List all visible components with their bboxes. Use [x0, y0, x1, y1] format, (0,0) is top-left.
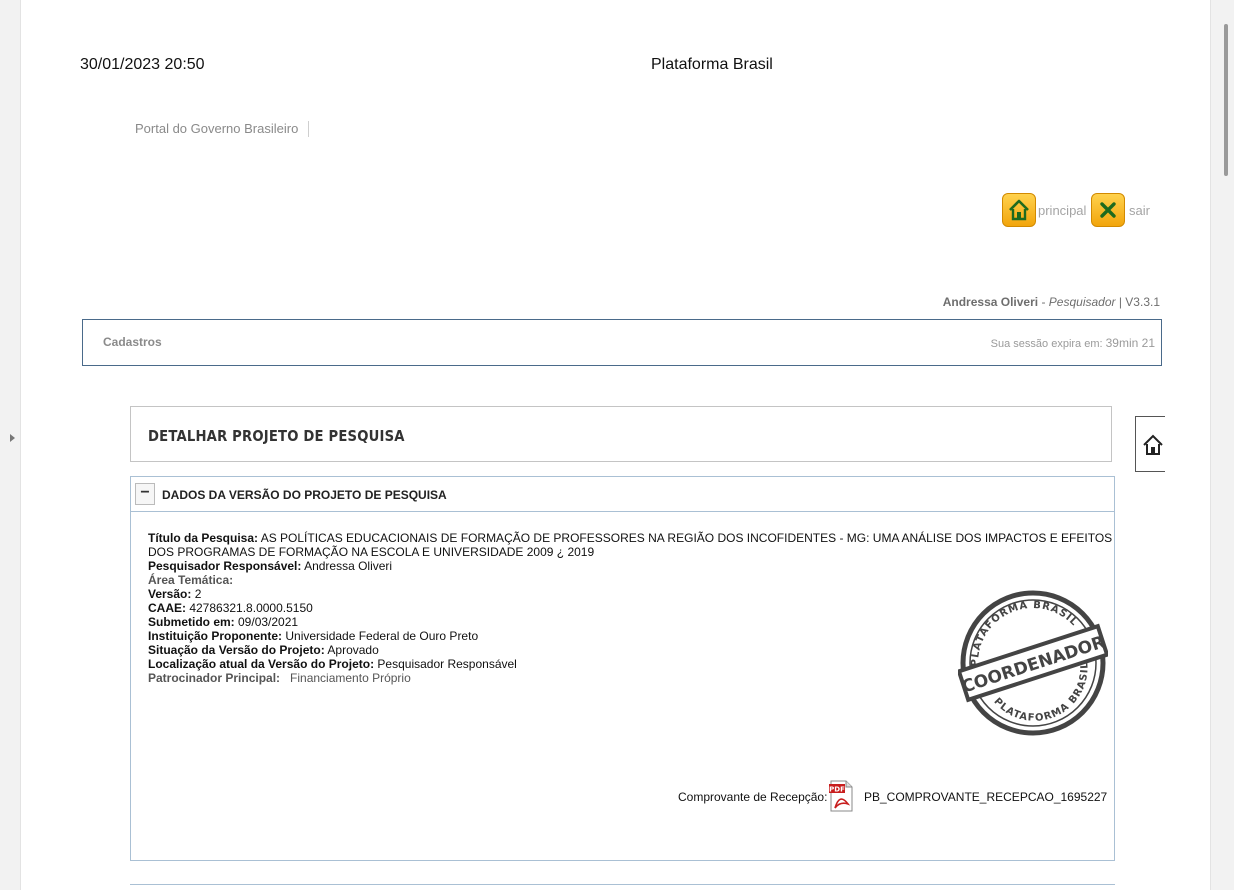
page-title: DETALHAR PROJETO DE PESQUISA — [148, 427, 405, 445]
portal-governo-link[interactable]: Portal do Governo Brasileiro — [135, 121, 310, 137]
versao-label: Versão: — [148, 587, 192, 601]
session-timer: 39min 21 — [1105, 336, 1155, 350]
user-info: Andressa Oliveri - Pesquisador | V3.3.1 — [943, 295, 1160, 309]
detail-titulo: Título da Pesquisa: AS POLÍTICAS EDUCACI… — [148, 531, 1113, 545]
collapse-toggle[interactable]: − — [135, 483, 155, 505]
session-label: Sua sessão expira em: — [990, 338, 1106, 350]
localizacao-label: Localização atual da Versão do Projeto: — [148, 657, 375, 671]
localizacao-value: Pesquisador Responsável — [374, 657, 517, 671]
user-role: Pesquisador — [1048, 295, 1116, 309]
instituicao-value: Universidade Federal de Ouro Preto — [282, 629, 479, 643]
patrocinador-value: Financiamento Próprio — [280, 671, 411, 685]
svg-text:PDF: PDF — [829, 786, 845, 794]
close-icon — [1100, 202, 1116, 218]
submetido-label: Submetido em: — [148, 615, 235, 629]
pesquisador-value: Andressa Oliveri — [301, 559, 393, 573]
home-icon — [1009, 199, 1029, 221]
sair-label[interactable]: sair — [1129, 203, 1150, 218]
detail-pesquisador: Pesquisador Responsável: Andressa Oliver… — [148, 559, 1113, 573]
expand-arrow-icon[interactable] — [10, 434, 15, 442]
receipt-label: Comprovante de Recepção: — [678, 790, 828, 804]
home-icon — [1143, 434, 1163, 455]
user-separator: - — [1038, 295, 1049, 309]
titulo-label: Título da Pesquisa: — [148, 531, 259, 545]
receipt-row: Comprovante de Recepção: PDF PB_COMPROVA… — [678, 780, 1107, 812]
menu-active-indicator — [91, 366, 173, 368]
caae-value: 42786321.8.0000.5150 — [186, 601, 313, 615]
receipt-file-link[interactable]: PB_COMPROVANTE_RECEPCAO_1695227 — [864, 790, 1107, 804]
menu-item-cadastros[interactable]: Cadastros — [103, 335, 162, 349]
instituicao-label: Instituição Proponente: — [148, 629, 283, 643]
caae-label: CAAE: — [148, 601, 186, 615]
left-gutter — [0, 0, 21, 890]
situacao-label: Situação da Versão do Projeto: — [148, 643, 325, 657]
page-title-panel: DETALHAR PROJETO DE PESQUISA — [130, 406, 1112, 462]
area-label: Área Temática: — [148, 573, 234, 587]
side-home-button[interactable] — [1135, 416, 1165, 472]
pdf-icon[interactable]: PDF — [828, 780, 854, 812]
titulo-value: AS POLÍTICAS EDUCACIONAIS DE FORMAÇÃO DE… — [258, 531, 1113, 545]
section-body: Título da Pesquisa: AS POLÍTICAS EDUCACI… — [130, 512, 1115, 861]
app-version: | V3.3.1 — [1115, 295, 1160, 309]
session-expiry: Sua sessão expira em: 39min 21 — [991, 336, 1155, 350]
print-title: Plataforma Brasil — [651, 56, 773, 73]
patrocinador-label: Patrocinador Principal: — [148, 671, 281, 685]
titulo-value-line2: DOS PROGRAMAS DE FORMAÇÃO NA ESCOLA E UN… — [148, 545, 595, 559]
pesquisador-label: Pesquisador Responsável: — [148, 559, 302, 573]
coordenador-stamp: PLATAFORMA BRASIL PLATAFORMA BRASIL COOR… — [958, 588, 1108, 737]
principal-button[interactable] — [1002, 193, 1036, 227]
section-header[interactable]: − DADOS DA VERSÃO DO PROJETO DE PESQUISA — [130, 476, 1115, 512]
menu-bar: Cadastros Sua sessão expira em: 39min 21 — [82, 319, 1162, 368]
sair-button[interactable] — [1091, 193, 1125, 227]
user-name: Andressa Oliveri — [942, 295, 1039, 309]
situacao-value: Aprovado — [324, 643, 379, 657]
scrollbar-track[interactable] — [1210, 0, 1234, 890]
principal-label[interactable]: principal — [1038, 203, 1086, 218]
scrollbar-thumb[interactable] — [1224, 24, 1228, 176]
versao-value: 2 — [191, 587, 202, 601]
section-title: DADOS DA VERSÃO DO PROJETO DE PESQUISA — [162, 488, 447, 502]
detail-area: Área Temática: — [148, 573, 1113, 587]
print-datetime: 30/01/2023 20:50 — [80, 56, 205, 73]
submetido-value: 09/03/2021 — [234, 615, 299, 629]
